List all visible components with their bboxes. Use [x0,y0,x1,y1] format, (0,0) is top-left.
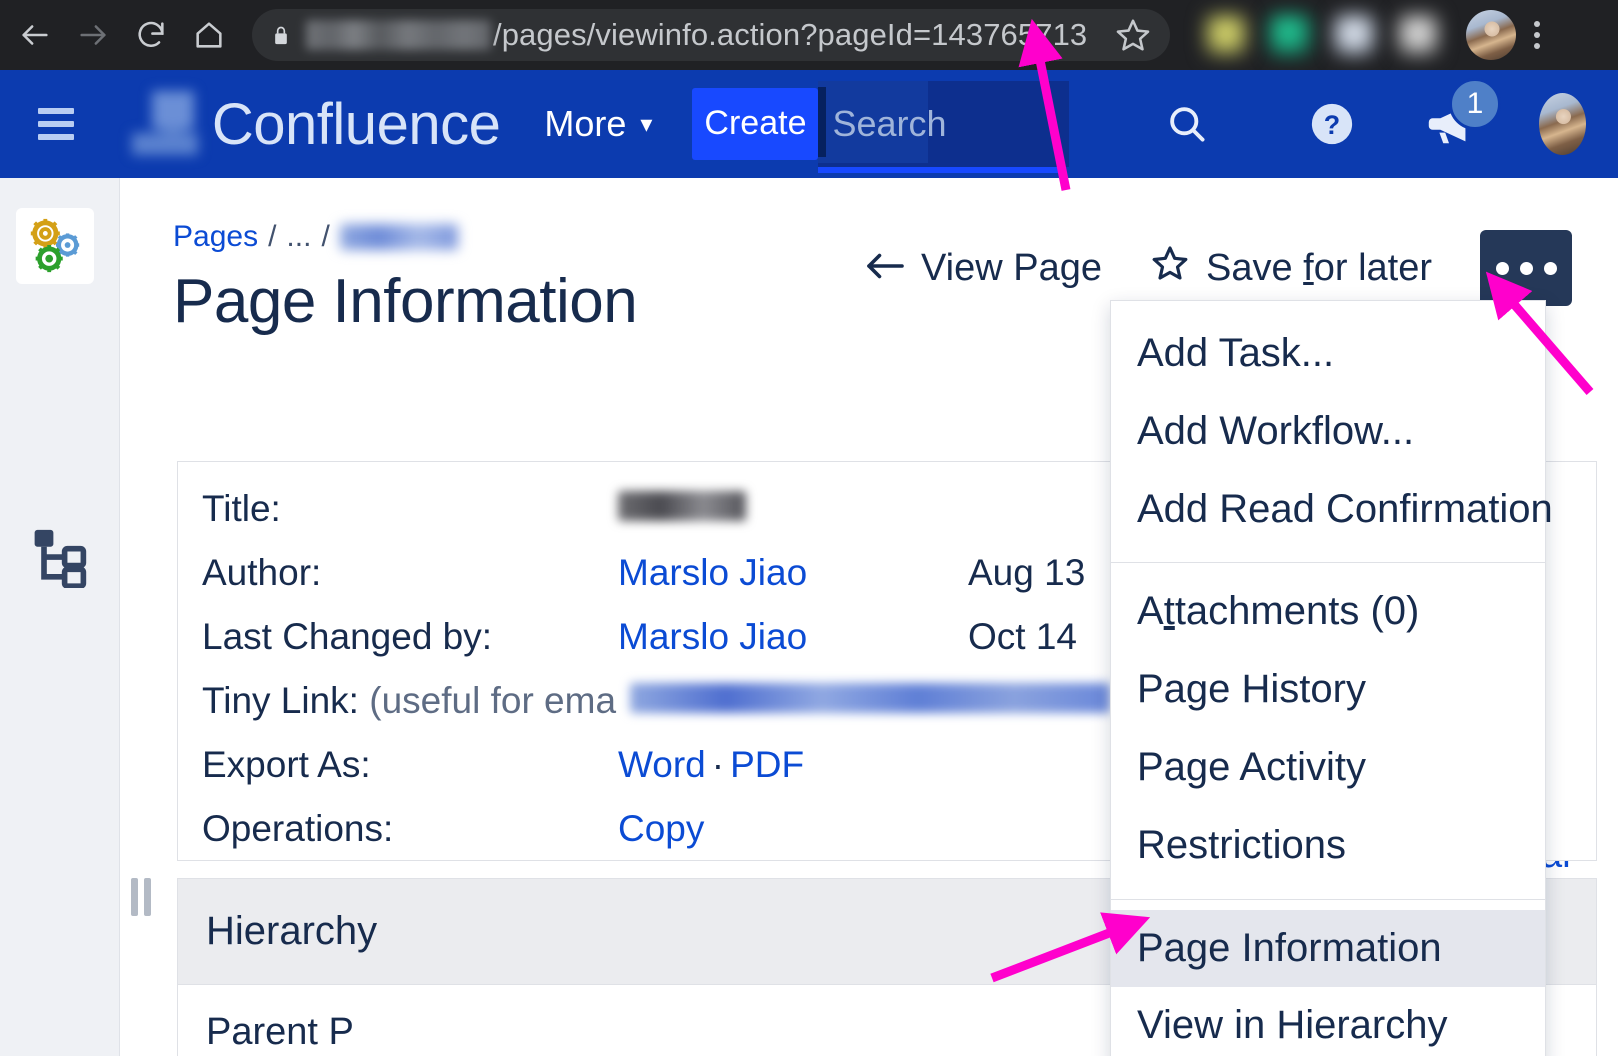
url-domain-redacted [306,20,491,50]
bookmark-star-icon[interactable] [1114,16,1152,54]
info-date-last-changed: Oct 14 [968,616,1077,657]
tiny-link-sublabel: (useful for ema [369,680,617,721]
search-caret [818,87,827,157]
info-value-title [618,488,968,530]
menu-item-page-history[interactable]: Page History [1111,651,1545,729]
info-value-export: Word · PDF [618,744,804,786]
menu-item-page-activity[interactable]: Page Activity [1111,729,1545,807]
back-button[interactable] [12,12,58,58]
breadcrumb-pages-link[interactable]: Pages [173,220,258,254]
browser-toolbar: /pages/viewinfo.action?pageId=143765713 [0,0,1618,70]
user-avatar[interactable] [1538,93,1587,155]
header-more-menu[interactable]: More ▾ [544,103,652,145]
breadcrumb-sep-2: / [321,220,330,253]
page-tree-icon[interactable] [30,528,88,593]
menu-item-view-in-hierarchy[interactable]: View in Hierarchy [1111,987,1545,1056]
info-label-last-changed: Last Changed by: [202,616,493,657]
browser-profile-avatar[interactable] [1466,10,1516,60]
product-name[interactable]: Confluence [212,91,501,158]
more-actions-dropdown: Add Task... Add Workflow... Add Read Con… [1110,300,1553,1056]
browser-extension-icons [1194,14,1450,56]
info-label-tiny-link: Tiny Link: (useful for ema [178,680,616,722]
info-label-author: Author: [202,552,322,593]
extension-icon-2[interactable] [1269,14,1311,56]
export-word-link[interactable]: Word [618,744,706,785]
back-arrow-icon [863,247,905,290]
view-page-button[interactable]: View Page [863,247,1102,290]
menu-item-attachments[interactable]: Attachments (0) [1111,573,1545,651]
screenshot-root: /pages/viewinfo.action?pageId=143765713 … [0,0,1618,1056]
url-text: /pages/viewinfo.action?pageId=143765713 [493,17,1088,52]
save-for-later-label: Save for later [1205,246,1432,289]
search-input[interactable]: Search [818,81,1069,173]
export-pdf-link[interactable]: PDF [730,744,804,785]
save-for-later-button[interactable]: Save for later [1150,243,1432,293]
extension-icon-1[interactable] [1205,14,1247,56]
create-button[interactable]: Create [692,88,819,160]
menu-item-page-information[interactable]: Page Information [1111,909,1545,988]
breadcrumb-ellipsis[interactable]: ... [286,220,311,254]
info-value-last-changed[interactable]: Marslo Jiao [618,616,968,658]
more-actions-button[interactable] [1480,230,1572,306]
page-title: Page Information [173,267,638,336]
notifications-button[interactable]: 1 [1423,78,1501,148]
site-logo-redacted[interactable] [122,85,198,163]
breadcrumb: Pages / ... / [173,220,458,254]
tiny-link-url-redacted [630,683,1111,713]
attachments-accesskey: t [1163,589,1175,634]
breadcrumb-sep-1: / [268,220,277,253]
menu-separator-1 [1111,562,1545,564]
chevron-down-icon: ▾ [640,110,653,138]
help-icon[interactable]: ? [1309,101,1355,147]
notification-badge: 1 [1448,78,1501,130]
search-underline [818,167,1065,173]
reload-button[interactable] [128,12,174,58]
forward-button[interactable] [70,12,116,58]
lock-icon [270,22,292,48]
export-separator: · [711,744,725,785]
menu-item-restrictions[interactable]: Restrictions [1111,807,1545,885]
info-value-operations-copy[interactable]: Copy [618,808,968,850]
svg-text:?: ? [1324,110,1340,140]
hamburger-menu-icon[interactable] [38,108,74,140]
menu-separator-2 [1111,898,1545,900]
tiny-link-label: Tiny Link: [202,680,359,721]
info-label-export: Export As: [202,744,371,785]
star-outline-icon [1150,243,1190,293]
page-actions: View Page Save for later [863,230,1572,306]
extension-icon-4[interactable] [1397,14,1439,56]
menu-item-add-task[interactable]: Add Task... [1111,315,1545,393]
title-value-redacted [618,491,746,521]
info-value-tiny-link[interactable] [630,680,1111,722]
search-icon[interactable] [1165,102,1209,146]
confluence-header: Confluence More ▾ Create Search ? 1 [0,70,1618,178]
breadcrumb-current-redacted[interactable] [339,224,458,250]
home-button[interactable] [186,12,232,58]
browser-menu-icon[interactable] [1534,21,1540,49]
info-label-operations: Operations: [202,808,394,849]
search-placeholder: Search [832,103,947,144]
view-page-label: View Page [921,246,1102,289]
sidebar-resize-handle[interactable] [131,878,151,916]
extension-icon-3[interactable] [1333,14,1375,56]
address-bar[interactable]: /pages/viewinfo.action?pageId=143765713 [252,9,1170,61]
space-logo-gears-icon[interactable] [16,208,94,284]
save-accesskey: f [1303,246,1314,289]
left-sidebar [0,178,120,1056]
menu-item-add-workflow[interactable]: Add Workflow... [1111,393,1545,471]
info-date-author: Aug 13 [968,552,1086,593]
info-label-title: Title: [202,488,281,529]
info-value-author[interactable]: Marslo Jiao [618,552,968,594]
header-more-label: More [544,103,627,144]
menu-item-add-read-confirmation[interactable]: Add Read Confirmation [1111,471,1553,549]
